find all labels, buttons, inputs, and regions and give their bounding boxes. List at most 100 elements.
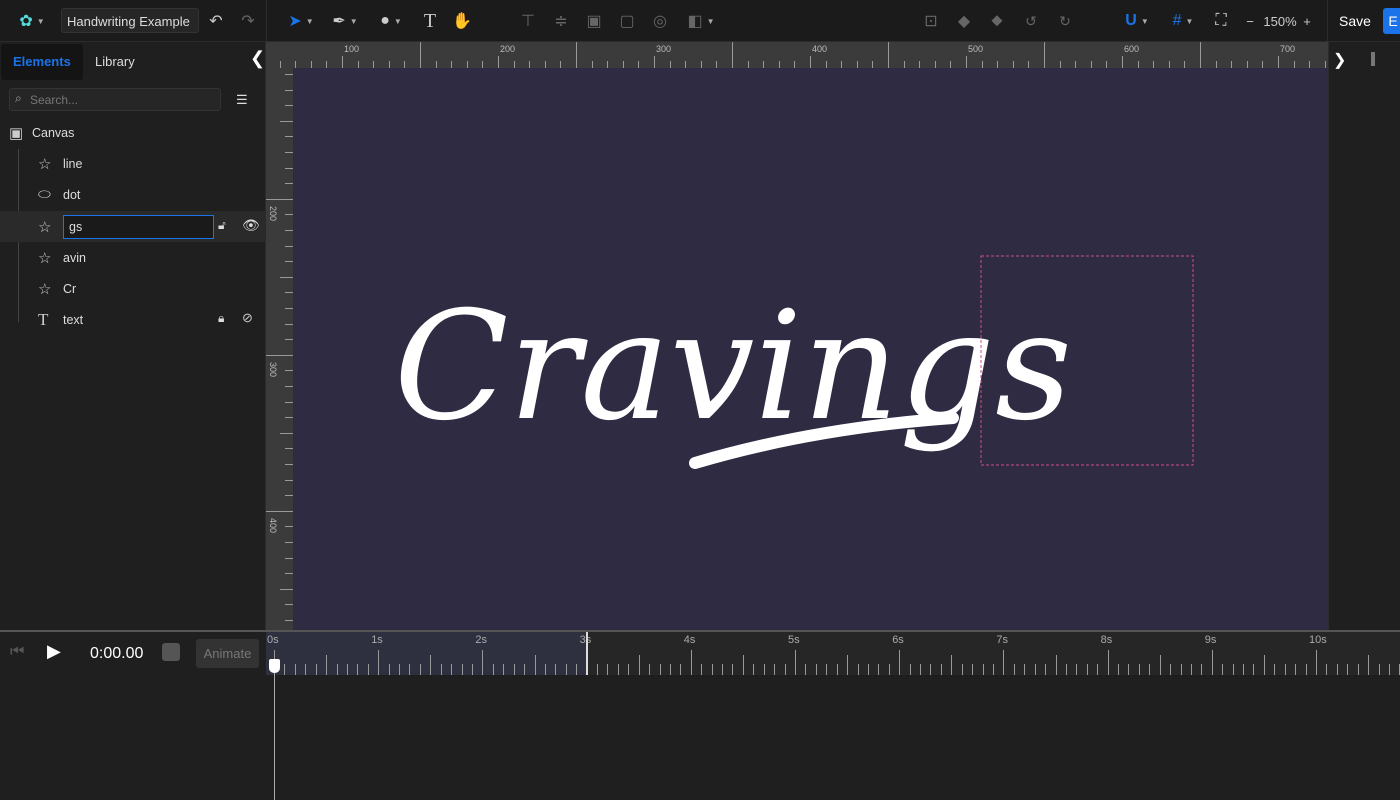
- ruler-tick: [732, 42, 733, 68]
- hand-tool-button[interactable]: ✋: [451, 8, 473, 34]
- easing-button[interactable]: [162, 643, 180, 661]
- timeline-tick: [565, 664, 567, 675]
- timeline-tick: [930, 664, 932, 675]
- timeline-range-selection[interactable]: [266, 632, 587, 675]
- timeline-tick: [1045, 664, 1047, 675]
- tree-item-gs[interactable]: ☆ gs 🔓︎ 👁︎: [0, 211, 266, 242]
- app-menu-button[interactable]: ✿ ▼: [12, 8, 52, 34]
- pen-icon: ✒: [332, 13, 346, 30]
- ruler-tick: [1200, 42, 1201, 68]
- text-icon: T: [38, 309, 49, 329]
- flip-vertical-button[interactable]: ⬥: [986, 8, 1008, 34]
- export-button[interactable]: E: [1383, 8, 1400, 34]
- timeline-tick: [471, 664, 473, 675]
- timeline-tick: [805, 664, 807, 675]
- rotate-right-button[interactable]: ↻: [1053, 8, 1077, 34]
- timeline-tick: [795, 650, 796, 675]
- align-middle-button[interactable]: ≑: [550, 8, 572, 34]
- sort-button[interactable]: ☰: [236, 92, 248, 108]
- origin-icon: ⊡: [924, 13, 938, 30]
- ruler-tick: [810, 56, 811, 68]
- rotate-left-button[interactable]: ↺: [1019, 8, 1043, 34]
- rename-input[interactable]: gs: [63, 215, 214, 239]
- tree-item-dot[interactable]: ⬭ dot: [0, 179, 266, 210]
- timeline-label: 10s: [1309, 634, 1327, 646]
- text-icon: T: [423, 9, 437, 32]
- cravings-lettering[interactable]: Cravings: [394, 280, 1072, 454]
- document-title-input[interactable]: Handwriting Example: [61, 8, 199, 33]
- tab-elements[interactable]: Elements: [1, 44, 83, 80]
- align-middle-icon: ≑: [554, 13, 568, 30]
- ruler-tick: [1075, 61, 1077, 68]
- eye-off-icon[interactable]: ⊘: [242, 310, 253, 326]
- timeline-tick: [1013, 664, 1015, 675]
- timeline-tick: [1170, 664, 1172, 675]
- animate-button[interactable]: Animate: [196, 639, 259, 668]
- group-button[interactable]: ▣: [583, 8, 605, 34]
- undo-icon: ↶: [209, 13, 223, 30]
- timeline-label: 8s: [1100, 634, 1113, 646]
- properties-panel: ❯: [1328, 42, 1400, 630]
- fit-screen-icon: ⛶: [1215, 12, 1227, 29]
- shape-tool-button[interactable]: ● ▼: [373, 8, 409, 34]
- ruler-tick: [1012, 61, 1014, 68]
- ruler-tick: [1184, 61, 1186, 68]
- tree-item-cr[interactable]: ☆ Cr: [0, 273, 266, 304]
- ruler-tick: [919, 61, 921, 68]
- playhead-handle[interactable]: [269, 659, 280, 673]
- flip-horizontal-button[interactable]: ◆: [953, 8, 975, 34]
- tree-item-canvas[interactable]: ▣ Canvas: [0, 117, 266, 148]
- range-end-marker[interactable]: [586, 632, 588, 675]
- undo-button[interactable]: ↶: [205, 8, 227, 34]
- tree-item-line[interactable]: ☆ line: [0, 148, 266, 179]
- expand-panel-button[interactable]: ❯: [1333, 50, 1346, 70]
- timeline-tick: [742, 655, 744, 675]
- canvas-artboard[interactable]: Cravings: [293, 68, 1328, 630]
- timeline-tick: [680, 664, 682, 675]
- ruler-tick: [1044, 42, 1045, 68]
- align-top-button[interactable]: ⊤: [517, 8, 539, 34]
- tree-item-text[interactable]: Ttext 🔒︎ ⊘: [0, 304, 266, 335]
- unlock-icon[interactable]: 🔓︎: [218, 218, 226, 233]
- ruler-tick: [669, 61, 671, 68]
- mask-button[interactable]: ◎: [649, 8, 671, 34]
- divider: [266, 0, 267, 42]
- collapse-panel-button[interactable]: ❮: [250, 48, 265, 69]
- timeline-label: 9s: [1204, 634, 1217, 646]
- ruler-tick: [266, 510, 293, 512]
- ruler-tick: [285, 464, 293, 465]
- timeline-tick: [1388, 664, 1390, 675]
- timeline-tick: [1232, 664, 1234, 675]
- grid-button[interactable]: # ▼: [1164, 8, 1202, 34]
- lock-icon[interactable]: 🔒︎: [218, 311, 224, 326]
- go-to-start-button[interactable]: ⏮: [10, 643, 24, 661]
- transform-origin-button[interactable]: ⊡: [920, 8, 942, 34]
- timeline-tick: [1201, 664, 1203, 675]
- select-tool-button[interactable]: ➤ ▼: [283, 8, 319, 34]
- timeline-tick: [1316, 650, 1317, 675]
- arrange-button[interactable]: ◧ ▼: [683, 8, 719, 34]
- search-input[interactable]: ⌕ Search...: [9, 88, 221, 111]
- zoom-in-button[interactable]: +: [1300, 8, 1314, 34]
- pen-tool-button[interactable]: ✒ ▼: [326, 8, 364, 34]
- ellipse-icon: ⬭: [38, 186, 51, 203]
- tab-library[interactable]: Library: [83, 44, 147, 80]
- rotate-right-90-icon: ↻: [1059, 12, 1071, 29]
- ruler-tick: [420, 42, 421, 68]
- ungroup-button[interactable]: ▢: [616, 8, 638, 34]
- eye-icon[interactable]: 👁︎: [242, 217, 260, 234]
- snap-button[interactable]: U ▼: [1118, 8, 1156, 34]
- align-left-icon[interactable]: [1371, 52, 1375, 66]
- zoom-level[interactable]: 150%: [1261, 8, 1299, 34]
- timeline-tick: [576, 664, 578, 675]
- fit-screen-button[interactable]: ⛶: [1210, 8, 1232, 34]
- timeline-tick: [1378, 664, 1380, 675]
- zoom-out-button[interactable]: −: [1243, 8, 1257, 34]
- ruler-tick: [357, 61, 359, 68]
- tree-item-avin[interactable]: ☆ avin: [0, 242, 266, 273]
- save-button[interactable]: Save: [1336, 8, 1374, 34]
- timeline-label: 7s: [996, 634, 1009, 646]
- redo-button[interactable]: ↷: [237, 8, 259, 34]
- text-tool-button[interactable]: T: [419, 8, 441, 34]
- play-button[interactable]: ▶: [47, 641, 61, 662]
